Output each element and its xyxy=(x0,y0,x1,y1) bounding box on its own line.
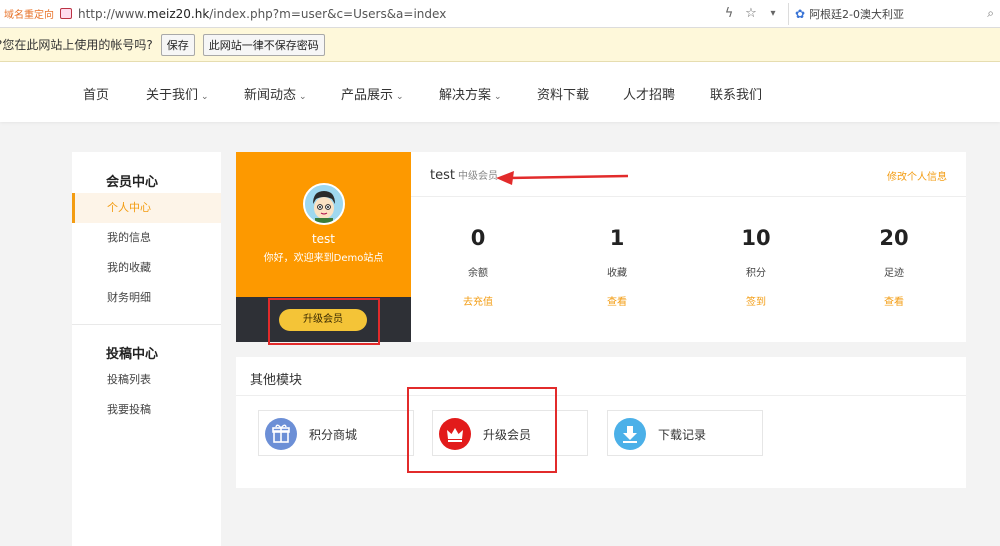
save-password-button[interactable]: 保存 xyxy=(160,33,195,56)
edit-profile-link[interactable]: 修改个人信息 xyxy=(887,168,947,183)
password-question: ?您在此网站上使用的帐号吗? xyxy=(0,38,153,52)
module-label: 积分商城 xyxy=(309,428,358,442)
download-icon xyxy=(614,418,646,450)
stat-label: 积分 xyxy=(746,268,766,279)
stat-value: 1 xyxy=(609,226,625,250)
modules-divider xyxy=(236,395,966,396)
nav-item-contact[interactable]: 联系我们 xyxy=(710,84,762,103)
stat-label: 收藏 xyxy=(607,268,627,279)
sidebar-heading-member: 会员中心 xyxy=(106,175,159,190)
sidebar-divider xyxy=(72,324,221,325)
module-download-records[interactable]: 下载记录 xyxy=(607,410,763,456)
chevron-down-icon[interactable]: ▾ xyxy=(762,8,784,19)
stat-label: 余额 xyxy=(468,268,488,279)
checkin-link[interactable]: 签到 xyxy=(696,293,816,308)
sidebar-item-finance[interactable]: 财务明细 xyxy=(72,283,221,313)
modules-title: 其他模块 xyxy=(250,373,303,388)
never-save-button[interactable]: 此网站一律不保存密码 xyxy=(202,33,325,56)
module-label: 下载记录 xyxy=(658,428,707,442)
module-points-mall[interactable]: 积分商城 xyxy=(258,410,414,456)
url-input[interactable]: http://www.meiz20.hk/index.php?m=user&c=… xyxy=(78,7,446,21)
stat-label: 足迹 xyxy=(884,268,904,279)
annotation-box-upgrade-module xyxy=(407,387,557,473)
nav-item-careers[interactable]: 人才招聘 xyxy=(623,84,675,103)
star-icon[interactable]: ☆ xyxy=(740,6,762,21)
sidebar-heading-submit: 投稿中心 xyxy=(106,347,159,362)
stat-value: 0 xyxy=(470,226,486,250)
chevron-down-icon: ⌄ xyxy=(494,92,502,102)
avatar[interactable] xyxy=(303,183,345,225)
profile-welcome: 你好，欢迎来到Demo站点 xyxy=(263,253,384,264)
site-nav: 首页 关于我们 ⌄ 新闻动态 ⌄ 产品展示 ⌄ 解决方案 ⌄ 资料下载 人才招聘 联系我… xyxy=(0,62,1000,122)
sidebar: 会员中心 个人中心 我的信息 我的收藏 财务明细 投稿中心 投稿列表 我要投稿 xyxy=(72,152,221,546)
address-bar: 域名重定向 http://www.meiz20.hk/index.php?m=u… xyxy=(0,0,1000,28)
nav-item-products[interactable]: 产品展示 ⌄ xyxy=(341,84,404,103)
sidebar-item-favorites[interactable]: 我的收藏 xyxy=(72,253,221,283)
sidebar-item-submit[interactable]: 我要投稿 xyxy=(72,395,221,425)
chevron-down-icon: ⌄ xyxy=(396,92,404,102)
annotation-arrow xyxy=(496,171,629,185)
view-footprints-link[interactable]: 查看 xyxy=(834,293,954,308)
redirect-label: 域名重定向 xyxy=(4,10,54,21)
search-query: 阿根廷2-0澳大利亚 xyxy=(809,7,905,21)
chevron-down-icon: ⌄ xyxy=(299,92,307,102)
lightning-icon[interactable]: ϟ xyxy=(718,6,740,21)
gift-icon xyxy=(265,418,297,450)
other-modules: 其他模块 积分商城 升级会员 下载记录 xyxy=(236,357,966,488)
nav-item-downloads[interactable]: 资料下载 xyxy=(537,84,589,103)
page-icon xyxy=(60,8,72,19)
chevron-down-icon: ⌄ xyxy=(201,92,209,102)
nav-item-news[interactable]: 新闻动态 ⌄ xyxy=(244,84,307,103)
sidebar-item-my-info[interactable]: 我的信息 xyxy=(72,223,221,253)
nav-item-solutions[interactable]: 解决方案 ⌄ xyxy=(439,84,502,103)
view-favorites-link[interactable]: 查看 xyxy=(557,293,677,308)
search-icon[interactable]: ⌕ xyxy=(987,6,994,21)
recharge-link[interactable]: 去充值 xyxy=(418,293,538,308)
sidebar-item-personal-center[interactable]: 个人中心 xyxy=(72,193,221,223)
password-save-bar: ?您在此网站上使用的帐号吗? 保存 此网站一律不保存密码 xyxy=(0,28,1000,62)
stat-value: 20 xyxy=(879,226,909,250)
profile-username: test xyxy=(311,232,336,246)
nav-item-home[interactable]: 首页 xyxy=(83,84,109,103)
nav-item-about[interactable]: 关于我们 ⌄ xyxy=(146,84,209,103)
sidebar-item-submission-list[interactable]: 投稿列表 xyxy=(72,365,221,395)
paw-icon: ✿ xyxy=(795,6,806,21)
search-input[interactable]: ✿ 阿根廷2-0澳大利亚 ⌕ xyxy=(788,2,1000,25)
stat-value: 10 xyxy=(741,226,771,250)
annotation-box-upgrade-button xyxy=(268,298,380,345)
address-bar-tools: ϟ ☆ ▾ ✿ 阿根廷2-0澳大利亚 ⌕ xyxy=(718,0,1000,27)
